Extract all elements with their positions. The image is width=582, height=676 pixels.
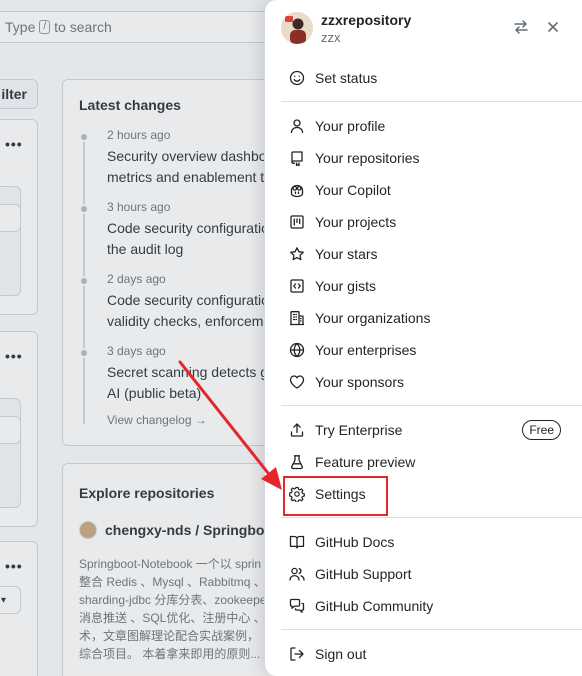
menu-item-label: Your enterprises <box>315 342 417 358</box>
user-menu-panel: zzxrepository zzx Set status Your profil… <box>264 0 582 676</box>
arrow-switch-icon[interactable] <box>510 16 532 38</box>
menu-item-github-docs[interactable]: GitHub Docs <box>281 528 569 556</box>
beaker-icon <box>289 454 305 470</box>
menu-item-label: Your profile <box>315 118 386 134</box>
menu-item-label: Your organizations <box>315 310 431 326</box>
menu-item-label: GitHub Community <box>315 598 434 614</box>
book-icon <box>289 534 305 550</box>
x-close-icon[interactable] <box>542 16 564 38</box>
free-badge: Free <box>522 420 561 440</box>
menu-item-set-status[interactable]: Set status <box>281 64 569 92</box>
menu-item-your-copilot[interactable]: Your Copilot <box>281 176 569 204</box>
menu-item-your-gists[interactable]: Your gists <box>281 272 569 300</box>
menu-item-try-enterprise[interactable]: Try Enterprise Free <box>281 416 569 444</box>
menu-divider <box>281 629 582 630</box>
menu-item-your-projects[interactable]: Your projects <box>281 208 569 236</box>
repo-icon <box>289 150 305 166</box>
smiley-icon <box>289 70 305 86</box>
star-icon <box>289 246 305 262</box>
menu-divider <box>281 517 582 518</box>
comment-discussion-icon <box>289 598 305 614</box>
menu-item-your-stars[interactable]: Your stars <box>281 240 569 268</box>
code-square-icon <box>289 278 305 294</box>
menu-item-label: Your gists <box>315 278 376 294</box>
user-header: zzxrepository zzx <box>281 10 411 46</box>
menu-item-label: Your projects <box>315 214 397 230</box>
menu-item-label: Your repositories <box>315 150 420 166</box>
menu-item-label: Your stars <box>315 246 378 262</box>
menu-item-your-profile[interactable]: Your profile <box>281 112 569 140</box>
upload-icon <box>289 422 305 438</box>
user-avatar <box>281 12 313 44</box>
people-icon <box>289 566 305 582</box>
menu-item-your-enterprises[interactable]: Your enterprises <box>281 336 569 364</box>
menu-item-your-organizations[interactable]: Your organizations <box>281 304 569 332</box>
menu-item-label: GitHub Support <box>315 566 412 582</box>
menu-divider <box>281 405 582 406</box>
menu-item-github-support[interactable]: GitHub Support <box>281 560 569 588</box>
menu-item-label: Sign out <box>315 646 367 662</box>
menu-item-your-sponsors[interactable]: Your sponsors <box>281 368 569 396</box>
person-icon <box>289 118 305 134</box>
sign-out-icon <box>289 646 305 662</box>
menu-item-label: Your Copilot <box>315 182 391 198</box>
menu-item-label: Try Enterprise <box>315 422 403 438</box>
organization-icon <box>289 310 305 326</box>
menu-item-label: Set status <box>315 70 378 86</box>
username: zzxrepository <box>321 11 412 28</box>
menu-item-github-community[interactable]: GitHub Community <box>281 592 569 620</box>
menu-item-label: GitHub Docs <box>315 534 395 550</box>
settings-highlight-box <box>283 476 388 516</box>
user-handle: zzx <box>321 29 341 45</box>
menu-divider <box>281 101 582 102</box>
project-icon <box>289 214 305 230</box>
heart-icon <box>289 374 305 390</box>
menu-item-your-repositories[interactable]: Your repositories <box>281 144 569 172</box>
menu-item-label: Feature preview <box>315 454 416 470</box>
copilot-icon <box>289 182 305 198</box>
globe-icon <box>289 342 305 358</box>
menu-item-sign-out[interactable]: Sign out <box>281 640 569 668</box>
menu-item-label: Your sponsors <box>315 374 404 390</box>
menu-item-feature-preview[interactable]: Feature preview <box>281 448 569 476</box>
